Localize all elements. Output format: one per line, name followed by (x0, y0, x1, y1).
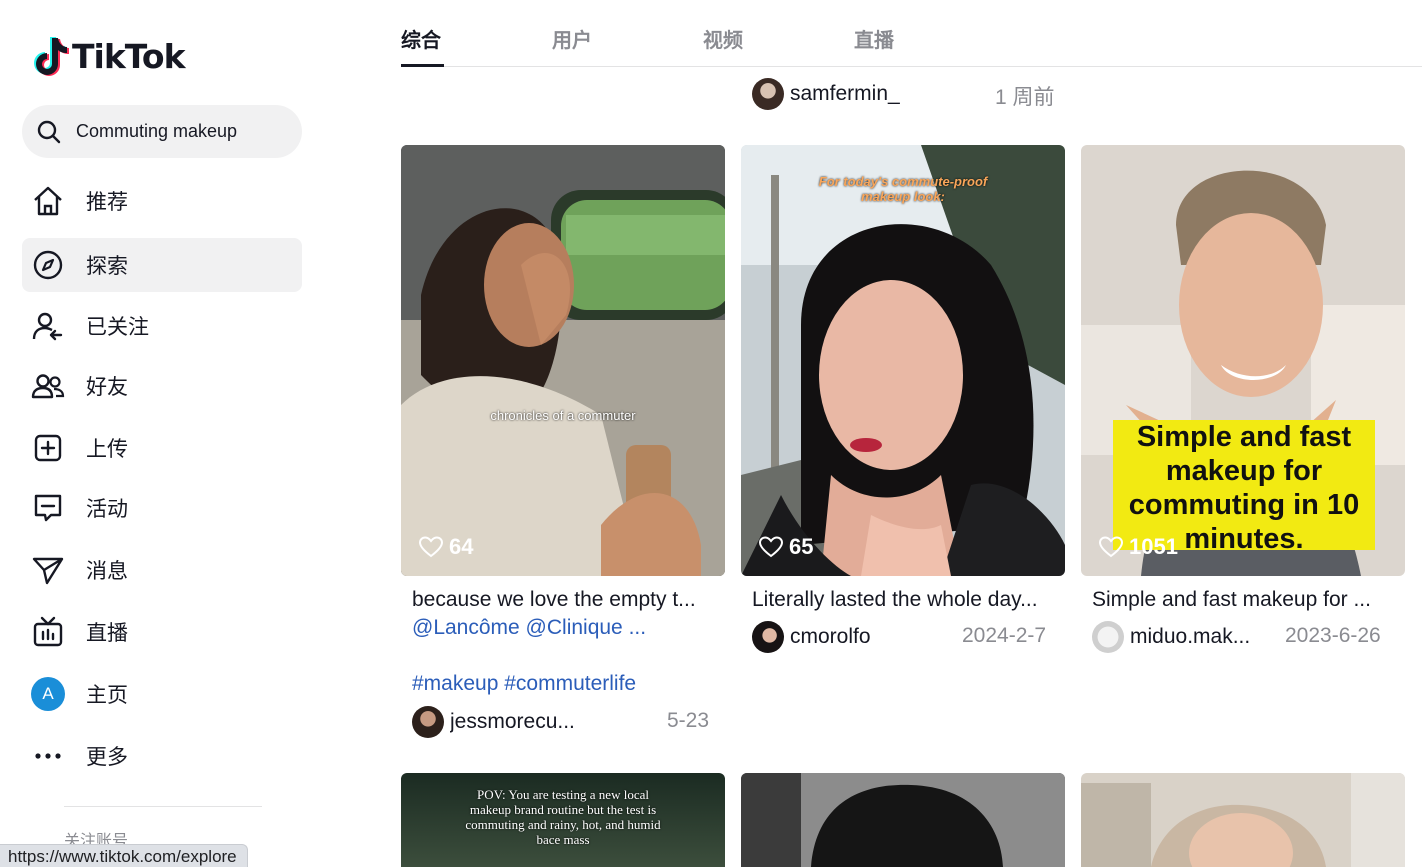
heart-icon (1099, 536, 1123, 558)
nav-label: 推荐 (86, 190, 128, 214)
logo-wordmark: TikTok (72, 36, 186, 76)
nav-label: 好友 (86, 375, 128, 399)
video-author[interactable]: cmorolfo (752, 621, 950, 653)
search-icon[interactable] (36, 119, 62, 145)
video-thumbnail-art (401, 145, 725, 576)
video-thumbnail[interactable]: For today's commute-proof makeup look: 6… (741, 145, 1065, 576)
nav-item-messages[interactable]: 消息 (22, 543, 302, 597)
like-count: 64 (419, 534, 473, 560)
nav-item-activity[interactable]: 活动 (22, 481, 302, 535)
tab-all[interactable]: 综合 (401, 24, 441, 53)
avatar[interactable] (752, 621, 784, 653)
nav-label: 活动 (86, 497, 128, 521)
upload-icon (31, 431, 65, 465)
link-status-bar: https://www.tiktok.com/explore (0, 844, 248, 867)
tab-videos[interactable]: 视频 (703, 24, 743, 53)
video-overlay-text: POV: You are testing a new local makeup … (465, 787, 661, 847)
video-thumbnail[interactable]: chronicles of a commuter 64 (401, 145, 725, 576)
video-author[interactable]: jessmorecu... (412, 706, 590, 738)
heart-icon (419, 536, 443, 558)
avatar[interactable] (1092, 621, 1124, 653)
search-result-tabs: 综合 用户 视频 直播 (401, 0, 1422, 67)
tab-users[interactable]: 用户 (552, 24, 592, 53)
video-thumbnail[interactable]: POV: You are testing a new local makeup … (401, 773, 725, 867)
search-input[interactable] (76, 121, 286, 142)
post-date: 2023-6-26 (1285, 624, 1381, 647)
author-name[interactable]: samfermin_ (790, 82, 900, 106)
heart-icon (759, 536, 783, 558)
video-caption[interactable]: Simple and fast makeup for ... (1092, 588, 1392, 612)
nav-item-profile[interactable]: A 主页 (22, 667, 302, 721)
author-name[interactable]: miduo.mak... (1130, 625, 1258, 649)
nav-label: 上传 (86, 437, 128, 461)
like-count: 1051 (1099, 534, 1178, 560)
tiktok-logo[interactable]: TikTok (30, 34, 186, 78)
nav-item-recommend[interactable]: 推荐 (22, 174, 302, 228)
video-overlay-text: chronicles of a commuter (490, 408, 636, 423)
active-tab-indicator (401, 64, 444, 67)
nav-item-live[interactable]: 直播 (22, 605, 302, 659)
tab-live[interactable]: 直播 (854, 24, 894, 53)
nav-item-more[interactable]: 更多 (22, 729, 302, 783)
author-name[interactable]: cmorolfo (790, 625, 950, 649)
tiktok-note-icon (34, 37, 69, 76)
profile-avatar: A (31, 677, 65, 711)
more-icon (31, 739, 65, 773)
nav-item-upload[interactable]: 上传 (22, 421, 302, 475)
video-thumbnail-art (1081, 773, 1405, 867)
video-overlay-text: For today's commute-proof makeup look: (818, 174, 988, 204)
nav-item-friends[interactable]: 好友 (22, 359, 302, 413)
video-thumbnail[interactable]: Simple and fast makeup for commuting in … (1081, 145, 1405, 576)
sidebar-divider (64, 806, 262, 807)
activity-icon (31, 491, 65, 525)
video-author[interactable]: miduo.mak... (1092, 621, 1258, 653)
nav-label: 主页 (86, 683, 128, 707)
post-date: 1 周前 (995, 86, 1055, 109)
nav-label: 更多 (86, 745, 128, 769)
friends-icon (31, 369, 65, 403)
messages-icon (31, 553, 65, 587)
partial-video-author[interactable]: samfermin_ (752, 78, 900, 110)
video-caption[interactable]: because we love the empty t... (412, 588, 718, 612)
like-count-value: 1051 (1129, 534, 1178, 559)
live-icon (31, 615, 65, 649)
home-icon (31, 184, 65, 218)
like-count-value: 64 (449, 534, 474, 559)
video-thumbnail-art (741, 773, 1065, 867)
post-date: 2024-2-7 (962, 624, 1047, 647)
video-thumbnail[interactable] (741, 773, 1065, 867)
search-bar[interactable] (22, 105, 302, 158)
nav-label: 直播 (86, 621, 128, 645)
avatar: A (31, 677, 65, 711)
like-count: 65 (759, 534, 813, 560)
sidebar: TikTok 推荐 探索 已关注 (0, 0, 340, 867)
like-count-value: 65 (789, 534, 814, 559)
nav-label: 消息 (86, 559, 128, 583)
video-thumbnail[interactable] (1081, 773, 1405, 867)
hashtag-tags[interactable]: #makeup #commuterlife (412, 672, 636, 696)
nav-item-following[interactable]: 已关注 (22, 299, 302, 353)
compass-icon (31, 248, 65, 282)
mention-tags[interactable]: @Lancôme @Clinique ... (412, 616, 646, 640)
author-name[interactable]: jessmorecu... (450, 710, 590, 734)
video-caption[interactable]: Literally lasted the whole day... (752, 588, 1058, 612)
following-icon (31, 309, 65, 343)
nav-label: 探索 (86, 254, 128, 278)
nav-label: 已关注 (86, 315, 149, 339)
video-thumbnail-art (741, 145, 1065, 576)
avatar[interactable] (752, 78, 784, 110)
avatar[interactable] (412, 706, 444, 738)
nav-item-explore[interactable]: 探索 (22, 238, 302, 292)
post-date: 5-23 (667, 709, 710, 732)
